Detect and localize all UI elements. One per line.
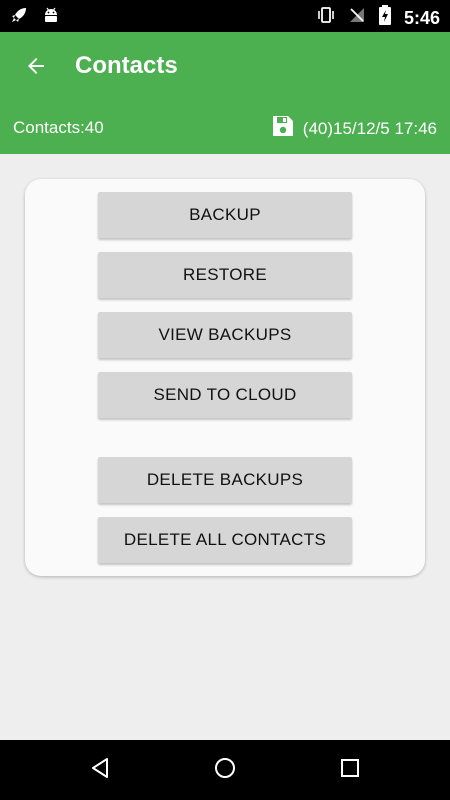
navigation-bar [0,740,450,800]
android-icon [42,6,60,29]
view-backups-button[interactable]: VIEW BACKUPS [98,312,352,358]
delete-all-contacts-button[interactable]: DELETE ALL CONTACTS [98,517,352,563]
delete-backups-button[interactable]: DELETE BACKUPS [98,457,352,503]
nav-recents-icon [339,757,361,784]
last-backup-info: (40)15/12/5 17:46 [271,114,437,143]
vibrate-icon [316,5,336,30]
no-signal-icon [348,6,366,29]
floppy-disk-icon [271,114,295,143]
clock-time: 5:46 [403,7,440,28]
nav-back-button[interactable] [82,752,118,788]
status-bar: 5:46 [0,0,450,32]
nav-home-icon [213,756,237,785]
nav-back-icon [88,756,112,785]
nav-recents-button[interactable] [332,752,368,788]
backup-button[interactable]: BACKUP [98,192,352,238]
battery-charging-icon [378,5,392,30]
restore-button[interactable]: RESTORE [98,252,352,298]
rocket-icon [10,6,28,29]
page-title: Contacts [75,52,178,79]
last-backup-text: (40)15/12/5 17:46 [302,118,437,138]
app-bar: Contacts Contacts:40 (40)15/12/5 17:46 [0,32,450,154]
arrow-left-icon [24,54,48,83]
back-button[interactable] [18,50,54,86]
send-to-cloud-button[interactable]: SEND TO CLOUD [98,372,352,418]
nav-home-button[interactable] [207,752,243,788]
contacts-count: Contacts:40 [13,118,104,137]
actions-card: BACKUP RESTORE VIEW BACKUPS SEND TO CLOU… [25,179,425,576]
